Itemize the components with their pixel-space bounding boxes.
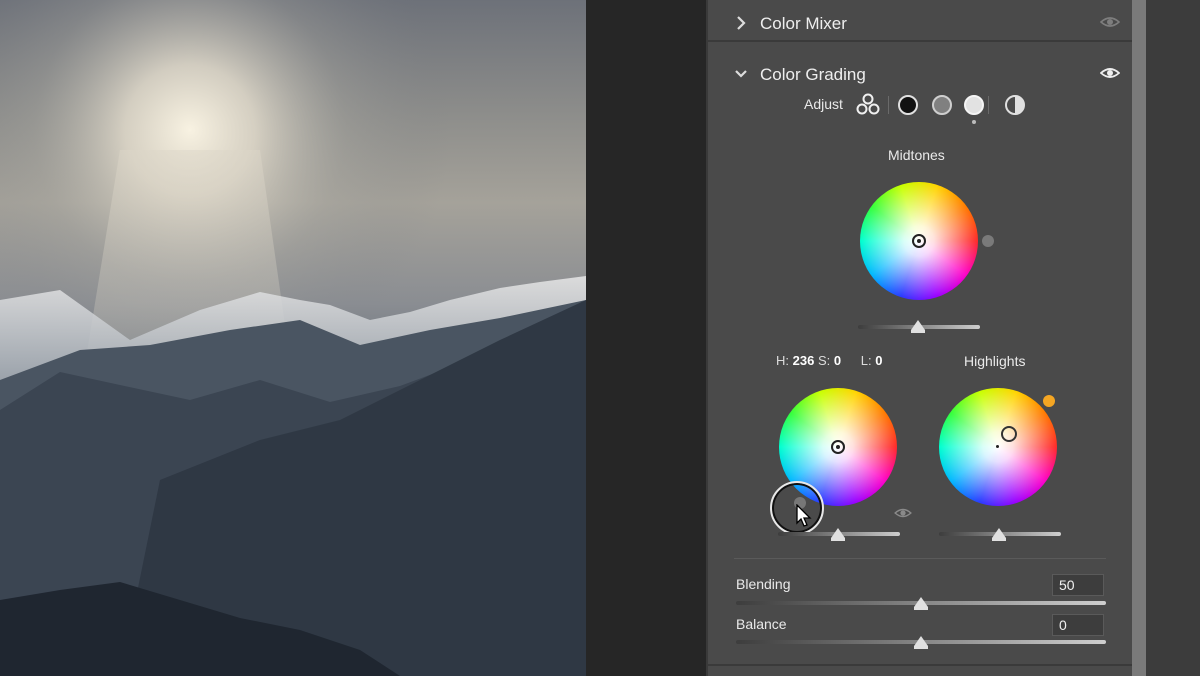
3-way-icon[interactable] (856, 93, 880, 117)
luminance-value: 0 (875, 353, 883, 368)
slider-thumb[interactable] (992, 528, 1006, 541)
luminance-label: L: (860, 353, 872, 368)
saturation-value: 0 (833, 353, 842, 368)
eye-icon[interactable] (894, 506, 912, 520)
wheel-center-dot (996, 445, 999, 448)
midtones-indicator[interactable] (982, 235, 994, 247)
develop-panel: Color Mixer Color Grading Adjust Midtone… (706, 0, 1132, 676)
highlights-circle-icon[interactable] (964, 95, 984, 115)
adjust-label: Adjust (804, 96, 843, 112)
wheel-handle[interactable] (912, 234, 926, 248)
panel-scrollbar[interactable] (1132, 0, 1146, 676)
chevron-right-icon[interactable] (734, 14, 748, 32)
adjust-separator (988, 96, 989, 114)
highlights-color-wheel[interactable] (939, 388, 1057, 506)
right-edge-panel (1146, 0, 1200, 676)
adjust-separator (888, 96, 889, 114)
eye-icon[interactable] (1100, 14, 1120, 30)
hue-value: 236 (792, 353, 815, 368)
chevron-down-icon[interactable] (734, 65, 748, 83)
section-divider (708, 40, 1132, 42)
balance-value-field[interactable]: 0 (1052, 614, 1104, 636)
blending-label: Blending (736, 576, 791, 592)
highlights-indicator[interactable] (1043, 395, 1055, 407)
hsl-readout: H: 236 S: 0 L: 0 (776, 353, 882, 368)
saturation-label: S: (817, 353, 831, 368)
section-divider (734, 558, 1106, 559)
slider-thumb[interactable] (914, 636, 928, 649)
midtones-title: Midtones (888, 147, 945, 163)
midtones-circle-icon[interactable] (932, 95, 952, 115)
hue-label: H: (776, 353, 789, 368)
blending-value-field[interactable]: 50 (1052, 574, 1104, 596)
wheel-handle[interactable] (831, 440, 845, 454)
mouse-pointer-icon (796, 504, 812, 527)
photo-preview (0, 0, 586, 676)
wheel-handle[interactable] (1001, 426, 1017, 442)
highlights-title: Highlights (964, 353, 1026, 369)
slider-thumb[interactable] (914, 597, 928, 610)
balance-label: Balance (736, 616, 787, 632)
slider-thumb[interactable] (831, 528, 845, 541)
color-grading-title: Color Grading (760, 65, 866, 84)
color-grading-header[interactable]: Color Grading (708, 51, 1132, 99)
shadows-circle-icon[interactable] (898, 95, 918, 115)
eye-icon[interactable] (1100, 65, 1120, 81)
section-divider (708, 664, 1132, 666)
global-half-circle-icon[interactable] (1005, 95, 1025, 115)
filmstrip-gutter (586, 0, 706, 676)
color-mixer-title: Color Mixer (760, 14, 847, 33)
photo-landscape (0, 0, 586, 676)
slider-thumb[interactable] (911, 320, 925, 333)
midtones-color-wheel[interactable] (860, 182, 978, 300)
selected-mode-indicator (972, 120, 976, 124)
